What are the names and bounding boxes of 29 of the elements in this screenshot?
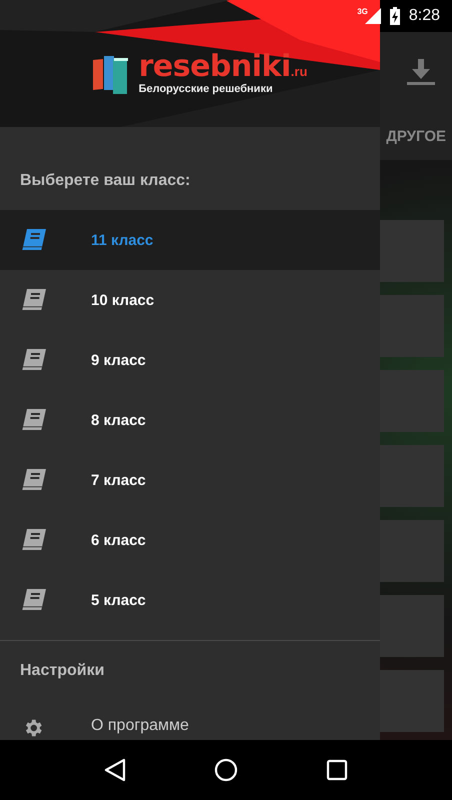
- book-icon: [22, 589, 46, 611]
- home-icon[interactable]: [214, 758, 238, 782]
- class-item[interactable]: 7 класс: [0, 450, 380, 510]
- book-icon: [22, 229, 46, 251]
- class-item[interactable]: 11 класс: [0, 210, 380, 270]
- tab[interactable]: ДРУГОЕ: [386, 128, 446, 144]
- back-icon[interactable]: [104, 758, 126, 782]
- class-item[interactable]: 10 класс: [0, 270, 380, 330]
- class-item[interactable]: 9 класс: [0, 330, 380, 390]
- class-item[interactable]: 8 класс: [0, 390, 380, 450]
- book-icon: [22, 289, 46, 311]
- settings-item[interactable]: О программе: [0, 701, 380, 739]
- book-icon: [22, 469, 46, 491]
- book-icon: [22, 529, 46, 551]
- books-logo-icon: [92, 54, 131, 94]
- recents-icon[interactable]: [326, 759, 348, 781]
- network-type-text: 3G: [357, 8, 368, 16]
- section-heading: Выберете ваш класс:: [19, 171, 192, 191]
- book-icon: [22, 349, 46, 371]
- book-icon: [22, 409, 46, 431]
- clock-text: 8:28: [408, 7, 440, 25]
- download-icon[interactable]: [407, 59, 435, 85]
- class-item[interactable]: 6 класс: [0, 510, 380, 570]
- battery-icon: [390, 7, 400, 25]
- class-item[interactable]: 5 класс: [0, 570, 380, 630]
- logo-tagline: Белорусские решебники: [138, 83, 274, 95]
- logo-domain: .ru: [290, 64, 308, 79]
- logo-name: resebniki: [138, 49, 291, 84]
- section-heading: Настройки: [19, 661, 106, 681]
